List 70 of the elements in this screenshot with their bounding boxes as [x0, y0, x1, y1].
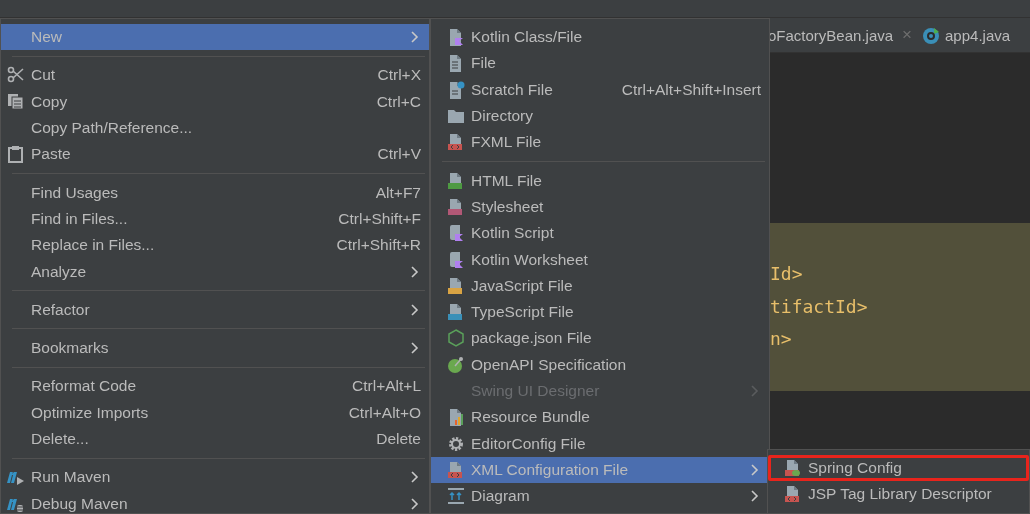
menu-item[interactable]: Resource Bundle: [431, 404, 769, 431]
xml-file-icon: [784, 485, 802, 504]
shortcut-label: Delete: [376, 430, 421, 448]
scissors-icon: [7, 66, 25, 85]
kotlin-file-icon: [447, 28, 465, 47]
js-file-icon: [447, 276, 465, 295]
menu-item[interactable]: FXML File: [431, 129, 769, 156]
menu-item[interactable]: Find in Files... Ctrl+Shift+F: [1, 205, 429, 233]
kotlin-script-icon: [447, 250, 465, 269]
menu-item[interactable]: HTML File: [431, 167, 769, 194]
menu-item[interactable]: Refactor: [1, 296, 429, 323]
menu-item[interactable]: Spring Config: [768, 455, 1029, 482]
menu-item[interactable]: Reformat Code Ctrl+Alt+L: [1, 373, 429, 400]
shortcut-label: Ctrl+V: [377, 145, 421, 164]
menu-item[interactable]: Replace in Files... Ctrl+Shift+R: [1, 232, 429, 259]
menu-item[interactable]: Diagram: [431, 483, 769, 510]
hexagon-icon: [447, 329, 465, 348]
shortcut-label: Ctrl+Alt+L: [352, 377, 421, 396]
css-file-icon: [447, 197, 465, 216]
menu-item[interactable]: TypeScript File: [431, 298, 769, 326]
menu-item[interactable]: EditorConfig File: [431, 430, 769, 457]
menu-item[interactable]: Copy Path/Reference...: [1, 114, 429, 142]
menu-item[interactable]: Kotlin Worksheet: [431, 246, 769, 273]
shortcut-label: Ctrl+Shift+F: [338, 209, 421, 228]
menu-item[interactable]: Run Maven: [1, 464, 429, 491]
code-line: n>: [770, 327, 793, 351]
gear-icon: [447, 434, 465, 453]
openapi-icon: [447, 355, 465, 374]
menu-item[interactable]: Directory: [431, 102, 769, 130]
menu-item[interactable]: JavaScript File: [431, 272, 769, 299]
ts-file-icon: [447, 303, 465, 322]
menu-item[interactable]: Optimize Imports Ctrl+Alt+O: [1, 399, 429, 426]
shortcut-label: Alt+F7: [375, 183, 421, 202]
tab-label[interactable]: app4.java: [945, 26, 1011, 44]
menu-item[interactable]: Stylesheet: [431, 193, 769, 221]
code-line: tifactId>: [770, 294, 869, 319]
shortcut-label: Ctrl+Alt+O: [348, 403, 421, 422]
shortcut-label: Ctrl+C: [376, 92, 421, 111]
folder-icon: [447, 107, 465, 126]
copy-icon: [7, 92, 25, 111]
menu-item[interactable]: package.json File: [431, 325, 769, 352]
menu-item[interactable]: Kotlin Script: [431, 220, 769, 247]
scratch-file-icon: [447, 80, 465, 99]
spring-config-icon: [784, 459, 802, 478]
clipboard-icon: [7, 145, 25, 164]
menu-item[interactable]: JSP Tag Library Descriptor: [768, 481, 1029, 508]
menu-item[interactable]: File: [431, 50, 769, 77]
xml-file-icon: [447, 133, 465, 152]
shortcut-label: Ctrl+Alt+Shift+Insert: [621, 80, 761, 99]
menu-item[interactable]: OpenAPI Specification: [431, 351, 769, 378]
xml-file-icon: [447, 460, 465, 479]
resource-bundle-icon: [447, 408, 465, 427]
menu-item[interactable]: Copy Ctrl+C: [1, 88, 429, 115]
menu-item[interactable]: Find Usages Alt+F7: [1, 179, 429, 206]
code-line: Id>: [770, 262, 804, 286]
shortcut-label: Ctrl+X: [377, 66, 421, 85]
menu-item[interactable]: Scratch File Ctrl+Alt+Shift+Insert: [431, 76, 769, 103]
menu-item[interactable]: Kotlin Class/File: [431, 24, 769, 51]
diagram-icon: [447, 487, 465, 506]
menu-item[interactable]: Cut Ctrl+X: [1, 62, 429, 89]
menu-item[interactable]: Paste Ctrl+V: [1, 141, 429, 168]
html-file-icon: [447, 171, 465, 190]
shortcut-label: Ctrl+Shift+R: [336, 236, 421, 255]
kotlin-script-icon: [447, 224, 465, 243]
menu-item[interactable]: Delete... Delete: [1, 425, 429, 453]
menu-item[interactable]: Analyze: [1, 258, 429, 285]
class-icon: [922, 26, 940, 44]
menu-item[interactable]: Bookmarks: [1, 334, 429, 362]
tab-label[interactable]: oFactoryBean.java: [768, 26, 894, 44]
menu-item[interactable]: Debug Maven: [1, 490, 429, 513]
